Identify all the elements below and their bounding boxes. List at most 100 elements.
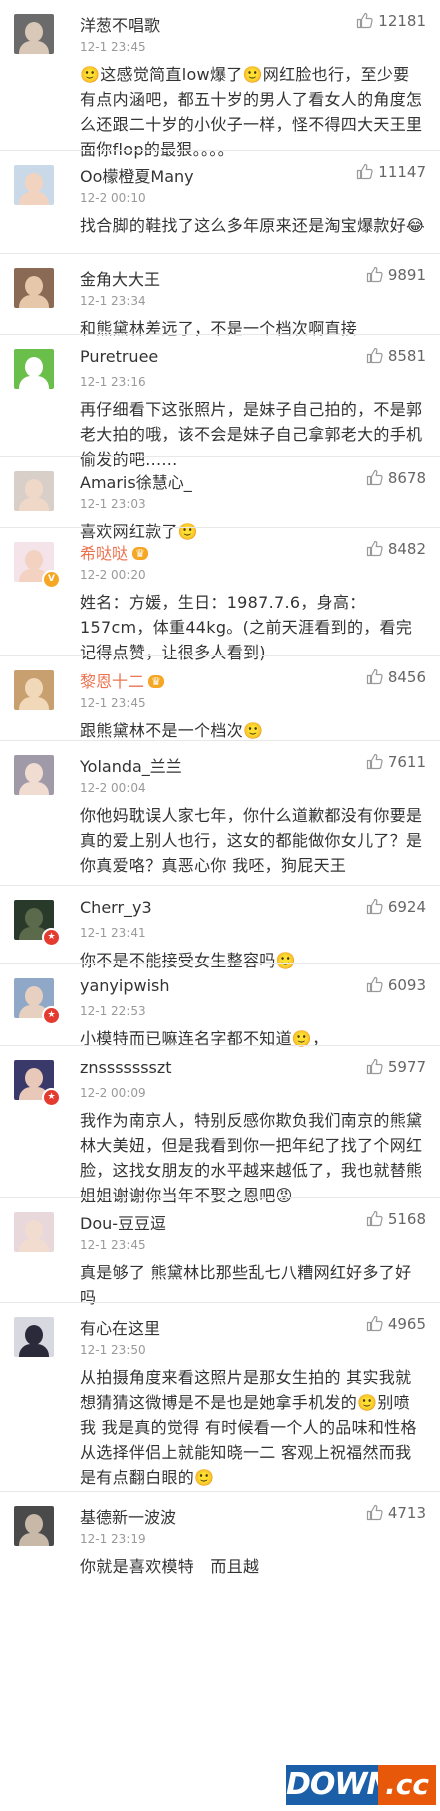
- commenter-name-text[interactable]: Dou-豆豆逗: [80, 1214, 166, 1233]
- comment-item: Amaris徐慧心_ 12-1 23:03 8678 喜欢网红款了🙂: [0, 456, 440, 541]
- comment-time: 12-1 23:41: [80, 926, 146, 940]
- commenter-name[interactable]: 金角大大王: [80, 266, 160, 290]
- comment-time: 12-1 23:50: [80, 1343, 146, 1357]
- avatar-face: [25, 763, 43, 783]
- thumbs-up-icon: [366, 898, 383, 915]
- commenter-name[interactable]: 希哒哒 ♛: [80, 540, 148, 564]
- avatar-body: [19, 41, 49, 54]
- comment-text: 从拍摄角度来看这照片是那女生拍的 其实我就想猜猜这微博是不是也是她拿手机发的🙂别…: [80, 1368, 417, 1487]
- like-button[interactable]: 6093: [366, 976, 426, 994]
- like-button[interactable]: 8456: [366, 668, 426, 686]
- avatar[interactable]: [14, 471, 54, 511]
- verified-badge-icon: ★: [42, 1006, 61, 1025]
- commenter-name-text[interactable]: 希哒哒: [80, 544, 128, 563]
- avatar-face: [25, 678, 43, 698]
- commenter-name-text[interactable]: 黎恩十二: [80, 672, 144, 691]
- avatar-face: [25, 1068, 43, 1088]
- commenter-name[interactable]: Dou-豆豆逗: [80, 1210, 166, 1234]
- commenter-name[interactable]: 基德新一波波: [80, 1504, 176, 1528]
- like-button[interactable]: 8482: [366, 540, 426, 558]
- thumbs-up-icon: [366, 976, 383, 993]
- comment-time: 12-1 23:16: [80, 375, 146, 389]
- commenter-name[interactable]: yanyipwish: [80, 976, 170, 995]
- commenter-name[interactable]: 有心在这里: [80, 1315, 160, 1339]
- thumbs-up-icon: [366, 668, 383, 685]
- thumbs-up-icon: [366, 347, 383, 364]
- avatar[interactable]: [14, 755, 54, 795]
- avatar-face: [25, 479, 43, 499]
- avatar[interactable]: [14, 268, 54, 308]
- commenter-name[interactable]: Yolanda_兰兰: [80, 753, 182, 777]
- commenter-name-text[interactable]: 洋葱不唱歌: [80, 16, 160, 35]
- avatar-face: [25, 22, 43, 42]
- avatar[interactable]: [14, 165, 54, 205]
- thumbs-up-icon: [366, 266, 383, 283]
- avatar[interactable]: [14, 1212, 54, 1252]
- like-button[interactable]: 9891: [366, 266, 426, 284]
- comment-item: Oo檬橙夏Many 12-2 00:10 11147 找合脚的鞋找了这么多年原来…: [0, 150, 440, 254]
- like-button[interactable]: 8581: [366, 347, 426, 365]
- like-count: 12181: [378, 12, 426, 30]
- comment-time: 12-1 23:45: [80, 40, 146, 54]
- commenter-name-text[interactable]: 有心在这里: [80, 1319, 160, 1338]
- commenter-name[interactable]: 黎恩十二 ♛: [80, 668, 164, 692]
- avatar-face: [25, 1220, 43, 1240]
- site-watermark: DOWN .cc: [286, 1765, 436, 1805]
- commenter-name[interactable]: Oo檬橙夏Many: [80, 163, 194, 187]
- avatar[interactable]: [14, 670, 54, 710]
- commenter-name[interactable]: Cherr_y3: [80, 898, 152, 917]
- like-count: 8482: [387, 540, 426, 558]
- comment-time: 12-1 23:19: [80, 1532, 146, 1546]
- like-count: 5977: [387, 1058, 426, 1076]
- commenter-name-text[interactable]: znssssssszt: [80, 1058, 172, 1077]
- like-count: 8678: [387, 469, 426, 487]
- comment-time: 12-1 23:34: [80, 294, 146, 308]
- like-count: 7611: [387, 753, 426, 771]
- like-count: 4713: [387, 1504, 426, 1522]
- avatar[interactable]: [14, 349, 54, 389]
- comment-time: 12-2 00:20: [80, 568, 146, 582]
- commenter-name-text[interactable]: Cherr_y3: [80, 898, 152, 917]
- like-button[interactable]: 11147: [356, 163, 426, 181]
- like-button[interactable]: 4713: [366, 1504, 426, 1522]
- like-count: 8581: [387, 347, 426, 365]
- commenter-name-text[interactable]: 金角大大王: [80, 270, 160, 289]
- like-button[interactable]: 4965: [366, 1315, 426, 1333]
- avatar-face: [25, 550, 43, 570]
- like-button[interactable]: 6924: [366, 898, 426, 916]
- comment-text: 🙂这感觉简直low爆了🙂网红脸也行，至少要有点内涵吧，都五十岁的男人了看女人的角…: [80, 65, 423, 159]
- like-button[interactable]: 7611: [366, 753, 426, 771]
- like-button[interactable]: 12181: [356, 12, 426, 30]
- thumbs-up-icon: [366, 469, 383, 486]
- like-count: 5168: [387, 1210, 426, 1228]
- commenter-name[interactable]: Puretruee: [80, 347, 158, 366]
- comment-time: 12-1 22:53: [80, 1004, 146, 1018]
- comment-time: 12-1 23:45: [80, 1238, 146, 1252]
- commenter-name[interactable]: 洋葱不唱歌: [80, 12, 160, 36]
- comment-text: 你他妈耽误人家七年，你什么道歉都没有你要是真的爱上别人也行，这女的都能做你女儿了…: [80, 806, 423, 875]
- like-button[interactable]: 5977: [366, 1058, 426, 1076]
- commenter-name[interactable]: Amaris徐慧心_: [80, 469, 192, 493]
- commenter-name-text[interactable]: Oo檬橙夏Many: [80, 167, 194, 186]
- avatar-face: [25, 173, 43, 193]
- comment-item: ★ Cherr_y3 12-1 23:41 6924 你不是不能接受女生整容吗🙂: [0, 885, 440, 970]
- commenter-name-text[interactable]: Amaris徐慧心_: [80, 473, 192, 492]
- avatar[interactable]: [14, 1506, 54, 1546]
- avatar[interactable]: [14, 1317, 54, 1357]
- avatar-body: [19, 1344, 49, 1357]
- like-button[interactable]: 8678: [366, 469, 426, 487]
- member-crown-icon: ♛: [148, 675, 164, 688]
- thumbs-up-icon: [366, 1210, 383, 1227]
- commenter-name-text[interactable]: Yolanda_兰兰: [80, 757, 182, 776]
- commenter-name-text[interactable]: Puretruee: [80, 347, 158, 366]
- watermark-down-text: DOWN: [286, 1765, 392, 1805]
- avatar[interactable]: [14, 14, 54, 54]
- commenter-name-text[interactable]: yanyipwish: [80, 976, 170, 995]
- comment-item: V 希哒哒 ♛ 12-2 00:20 8482 姓名：方媛，生日：1987.7.6…: [0, 527, 440, 662]
- thumbs-up-icon: [357, 163, 373, 180]
- avatar-face: [25, 908, 43, 928]
- comment-time: 12-1 23:03: [80, 497, 146, 511]
- commenter-name-text[interactable]: 基德新一波波: [80, 1508, 176, 1527]
- like-button[interactable]: 5168: [366, 1210, 426, 1228]
- commenter-name[interactable]: znssssssszt: [80, 1058, 172, 1077]
